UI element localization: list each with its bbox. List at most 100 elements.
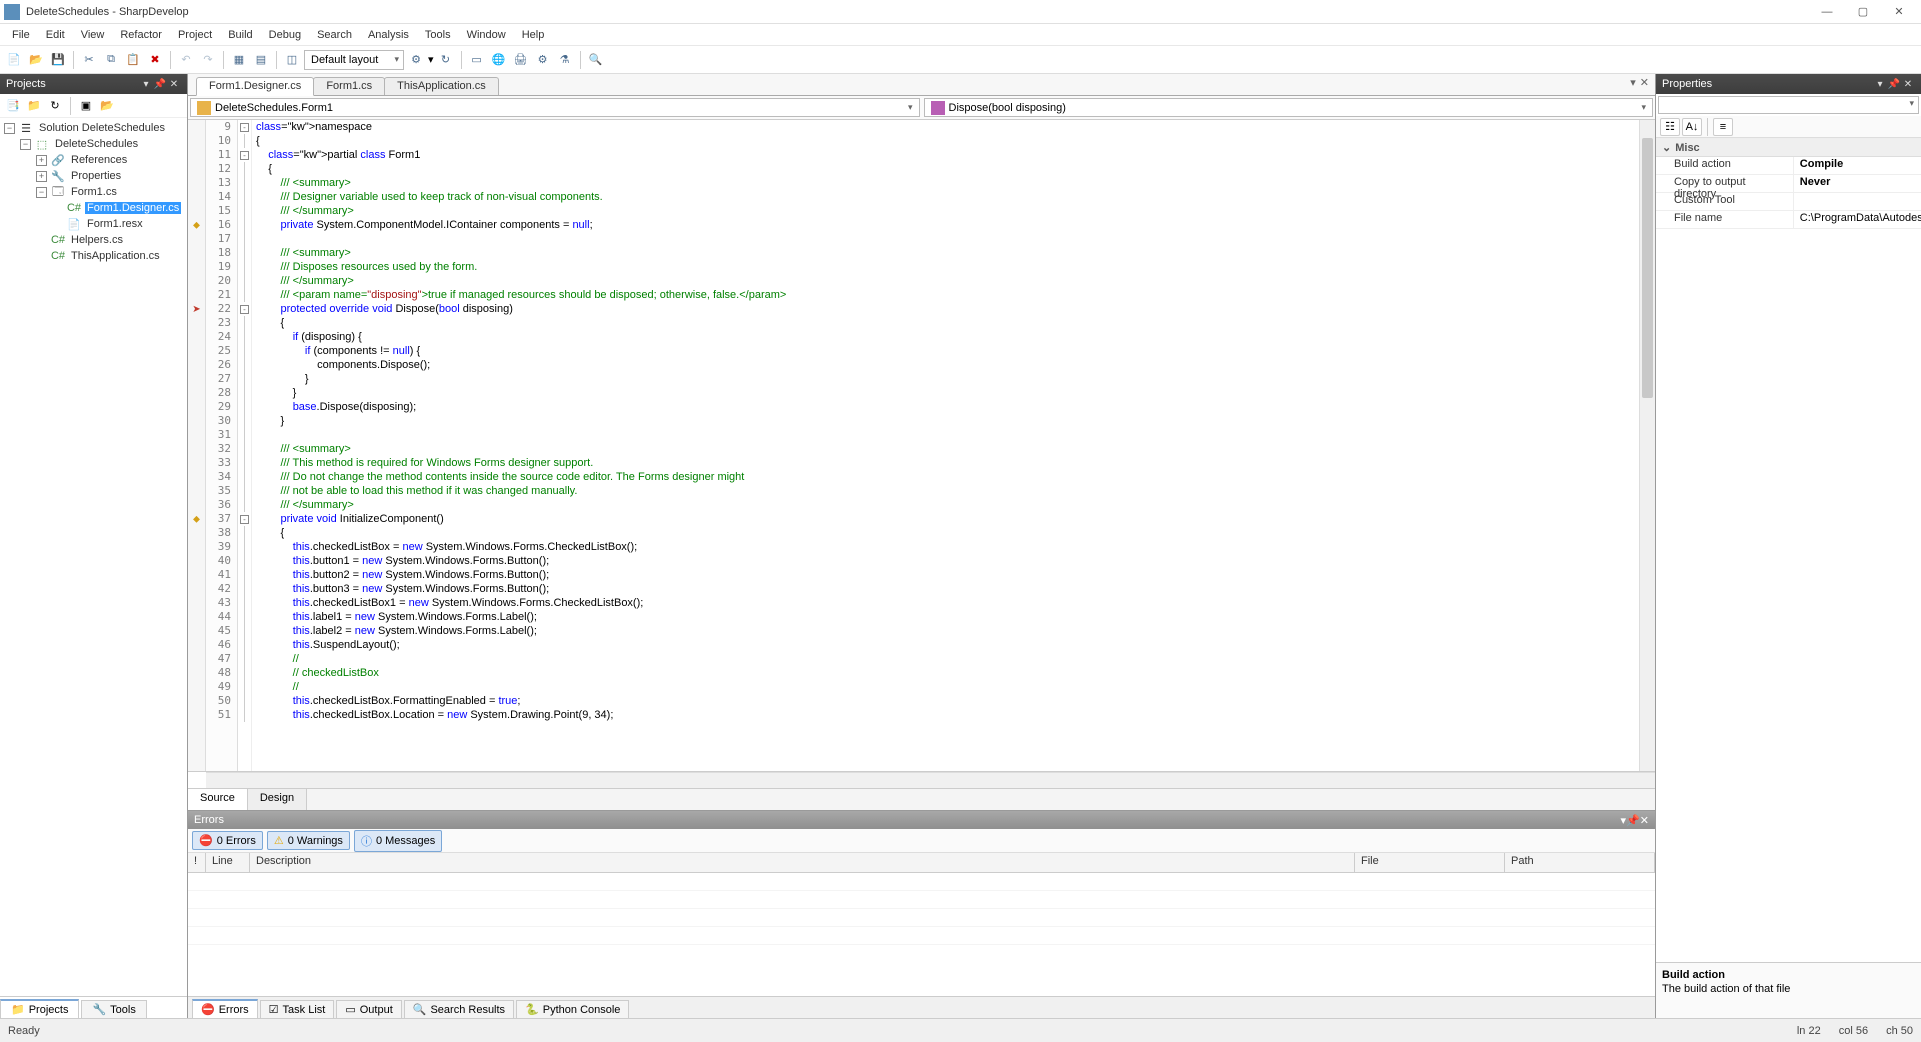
bottom-tab-python[interactable]: 🐍Python Console xyxy=(516,1000,629,1018)
col-line[interactable]: Line xyxy=(206,853,250,872)
bottom-tab-tasklist[interactable]: ☑Task List xyxy=(260,1000,335,1018)
properties-object-dropdown[interactable] xyxy=(1658,96,1919,114)
tab-form1[interactable]: Form1.cs xyxy=(313,77,385,95)
tab-design[interactable]: Design xyxy=(248,789,307,810)
menu-window[interactable]: Window xyxy=(459,27,514,43)
col-file[interactable]: File xyxy=(1355,853,1505,872)
menu-refactor[interactable]: Refactor xyxy=(112,27,170,43)
minimize-button[interactable]: — xyxy=(1809,2,1845,22)
redo-icon[interactable]: ↷ xyxy=(198,50,218,70)
maximize-button[interactable]: ▢ xyxy=(1845,2,1881,22)
tree-form-cs[interactable]: − 🗔 Form1.cs xyxy=(0,184,187,200)
table-icon[interactable]: ▤ xyxy=(251,50,271,70)
collapse-icon[interactable]: ▣ xyxy=(77,97,95,115)
tab-tools[interactable]: 🔧 Tools xyxy=(81,1000,146,1018)
search-icon[interactable]: 🔍 xyxy=(586,50,606,70)
menu-help[interactable]: Help xyxy=(514,27,553,43)
alphabetical-icon[interactable]: A↓ xyxy=(1682,118,1702,136)
folder-icon[interactable]: 📂 xyxy=(98,97,116,115)
undo-icon[interactable]: ↶ xyxy=(176,50,196,70)
tab-thisapplication[interactable]: ThisApplication.cs xyxy=(384,77,499,95)
filter-icon[interactable]: ⚗ xyxy=(555,50,575,70)
panel-close-icon[interactable]: ✕ xyxy=(1901,79,1915,90)
tab-close-icon[interactable]: ✕ xyxy=(1640,76,1649,89)
tree-solution[interactable]: − ☰ Solution DeleteSchedules xyxy=(0,120,187,136)
categorized-icon[interactable]: ☷ xyxy=(1660,118,1680,136)
tree-helpers[interactable]: C# Helpers.cs xyxy=(0,232,187,248)
expand-icon[interactable]: − xyxy=(20,139,31,150)
split-icon[interactable]: ◫ xyxy=(282,50,302,70)
tab-form1-designer[interactable]: Form1.Designer.cs xyxy=(196,77,314,96)
bottom-tab-errors[interactable]: ⛔Errors xyxy=(192,999,258,1018)
print-icon[interactable]: 🖨 xyxy=(511,50,531,70)
prop-copy[interactable]: Copy to output directoryNever xyxy=(1656,175,1921,193)
prop-build-action[interactable]: Build actionCompile xyxy=(1656,157,1921,175)
prop-custom-tool[interactable]: Custom Tool xyxy=(1656,193,1921,211)
save-icon[interactable]: 💾 xyxy=(48,50,68,70)
close-button[interactable]: ✕ xyxy=(1881,2,1917,22)
tree-references[interactable]: + 🔗 References xyxy=(0,152,187,168)
expand-icon[interactable]: − xyxy=(36,187,47,198)
tree-properties[interactable]: + 🔧 Properties xyxy=(0,168,187,184)
globe-icon[interactable]: 🌐 xyxy=(489,50,509,70)
menu-tools[interactable]: Tools xyxy=(417,27,459,43)
menu-search[interactable]: Search xyxy=(309,27,360,43)
col-description[interactable]: Description xyxy=(250,853,1355,872)
tree-thisapp[interactable]: C# ThisApplication.cs xyxy=(0,248,187,264)
gear-icon[interactable]: ⚙ xyxy=(406,50,426,70)
layout-dropdown[interactable]: Default layout xyxy=(304,50,404,70)
project-tree[interactable]: − ☰ Solution DeleteSchedules − ⬚ DeleteS… xyxy=(0,118,187,996)
errors-filter-messages[interactable]: ⓘ0 Messages xyxy=(354,830,442,852)
new-file-icon[interactable]: 📄 xyxy=(4,50,24,70)
prop-filename[interactable]: File nameC:\ProgramData\Autodesk\Revit xyxy=(1656,211,1921,229)
bottom-tab-output[interactable]: ▭Output xyxy=(336,1000,401,1018)
menu-edit[interactable]: Edit xyxy=(38,27,73,43)
properties-icon[interactable]: 📑 xyxy=(4,97,22,115)
menu-file[interactable]: File xyxy=(4,27,38,43)
col-path[interactable]: Path xyxy=(1505,853,1655,872)
menu-build[interactable]: Build xyxy=(220,27,260,43)
panel-dropdown-icon[interactable]: ▾ xyxy=(1873,79,1887,90)
bottom-tab-search[interactable]: 🔍Search Results xyxy=(404,1000,514,1018)
rect-icon[interactable]: ▭ xyxy=(467,50,487,70)
errors-filter-errors[interactable]: ⛔0 Errors xyxy=(192,831,263,850)
refresh-icon[interactable]: ↻ xyxy=(46,97,64,115)
expand-icon[interactable]: + xyxy=(36,171,47,182)
open-icon[interactable]: 📂 xyxy=(26,50,46,70)
vertical-scrollbar[interactable] xyxy=(1639,120,1655,771)
panel-pin-icon[interactable]: 📌 xyxy=(153,79,167,90)
tree-resx[interactable]: 📄 Form1.resx xyxy=(0,216,187,232)
tree-project[interactable]: − ⬚ DeleteSchedules xyxy=(0,136,187,152)
tree-designer-cs[interactable]: C# Form1.Designer.cs xyxy=(0,200,187,216)
tab-source[interactable]: Source xyxy=(188,789,248,810)
paste-icon[interactable]: 📋 xyxy=(123,50,143,70)
copy-icon[interactable]: ⧉ xyxy=(101,50,121,70)
menu-analysis[interactable]: Analysis xyxy=(360,27,417,43)
panel-close-icon[interactable]: ✕ xyxy=(167,79,181,90)
panel-close-icon[interactable]: ✕ xyxy=(1640,814,1649,827)
panel-pin-icon[interactable]: 📌 xyxy=(1626,814,1640,827)
grid-icon[interactable]: ▦ xyxy=(229,50,249,70)
member-combo[interactable]: Dispose(bool disposing) xyxy=(924,98,1654,117)
expand-icon[interactable]: + xyxy=(36,155,47,166)
show-all-icon[interactable]: 📁 xyxy=(25,97,43,115)
col-bang[interactable]: ! xyxy=(188,853,206,872)
errors-filter-warnings[interactable]: ⚠0 Warnings xyxy=(267,831,350,850)
errors-body[interactable] xyxy=(188,873,1655,996)
panel-dropdown-icon[interactable]: ▾ xyxy=(139,79,153,90)
delete-icon[interactable]: ✖ xyxy=(145,50,165,70)
refresh-icon[interactable]: ↻ xyxy=(436,50,456,70)
class-combo[interactable]: DeleteSchedules.Form1 xyxy=(190,98,920,117)
tab-list-icon[interactable]: ▾ xyxy=(1630,76,1636,89)
menu-project[interactable]: Project xyxy=(170,27,220,43)
horizontal-scrollbar[interactable] xyxy=(206,772,1655,788)
code-editor[interactable]: ⬥➤⬥ 910111213141516171819202122232425262… xyxy=(188,120,1655,772)
category-misc[interactable]: ⌄Misc xyxy=(1656,139,1921,157)
cog-icon[interactable]: ⚙ xyxy=(533,50,553,70)
panel-pin-icon[interactable]: 📌 xyxy=(1887,79,1901,90)
property-grid[interactable]: ⌄Misc Build actionCompile Copy to output… xyxy=(1656,138,1921,962)
expand-icon[interactable]: − xyxy=(4,123,15,134)
cut-icon[interactable]: ✂ xyxy=(79,50,99,70)
menu-debug[interactable]: Debug xyxy=(261,27,309,43)
props-icon[interactable]: ≡ xyxy=(1713,118,1733,136)
